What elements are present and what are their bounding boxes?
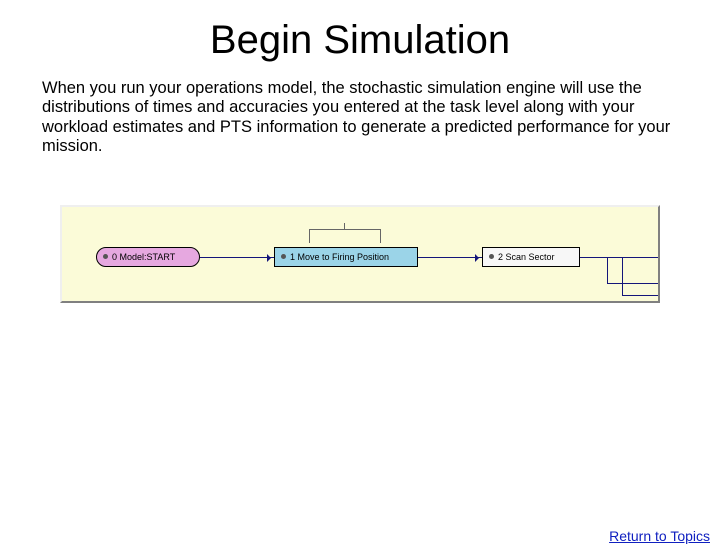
node-bracket [309,229,381,243]
node-dot-icon [489,254,494,259]
node-dot-icon [103,254,108,259]
return-to-topics-link[interactable]: Return to Topics [609,528,710,544]
node-bracket-tick [344,223,345,230]
branch-line [622,295,660,296]
node-move-label: 1 Move to Firing Position [290,252,389,262]
node-scan: 2 Scan Sector [482,247,580,267]
node-scan-label: 2 Scan Sector [498,252,555,262]
node-start-label: 0 Model:START [112,252,175,262]
branch-line [607,283,660,284]
branch-line [622,257,623,295]
node-start: 0 Model:START [96,247,200,267]
node-move: 1 Move to Firing Position [274,247,418,267]
branch-line [607,257,608,283]
simulation-diagram: 0 Model:START 1 Move to Firing Position … [60,205,660,303]
connector-line [580,257,660,258]
node-dot-icon [281,254,286,259]
connector-arrow [418,257,482,258]
body-paragraph: When you run your operations model, the … [42,79,680,157]
connector-arrow [200,257,274,258]
page-title: Begin Simulation [0,18,720,63]
